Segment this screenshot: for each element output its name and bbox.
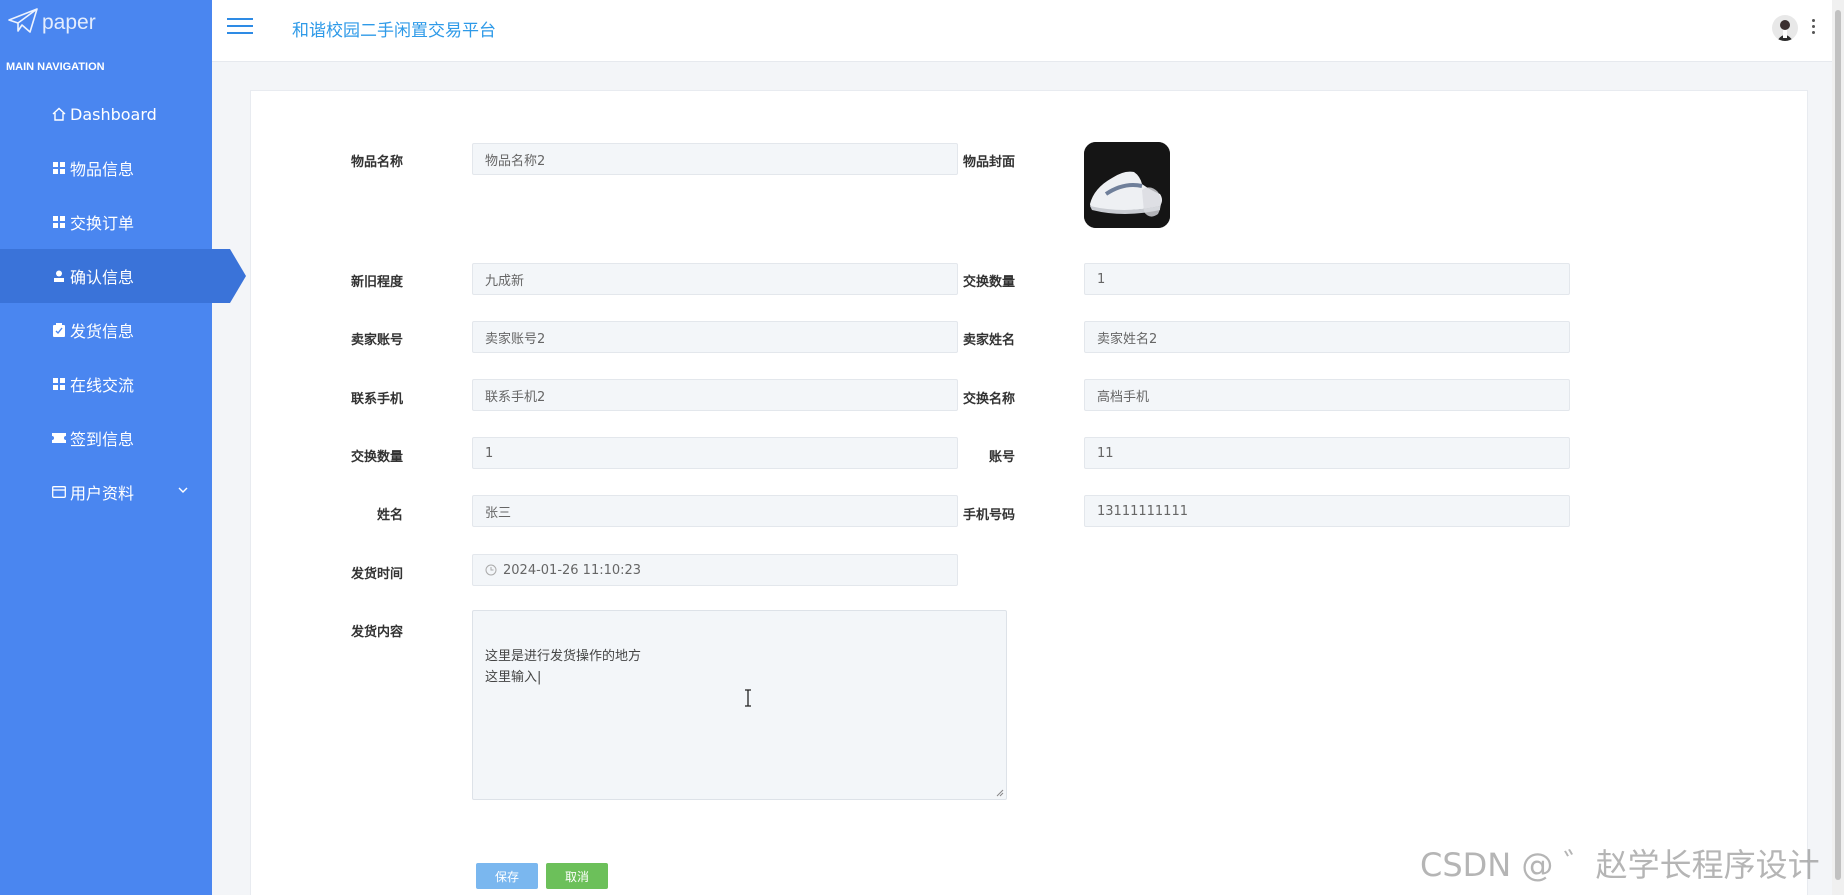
page-scrollbar[interactable] — [1832, 0, 1844, 895]
account-label: 账号 — [988, 450, 1015, 465]
sidebar-item-label: 交换订单 — [70, 214, 135, 233]
ship-content-text: 这里是进行发货操作的地方 这里输入| — [485, 649, 642, 685]
mobile-field[interactable]: 13111111111 — [1084, 495, 1570, 527]
text-cursor-icon — [745, 689, 751, 707]
avatar[interactable] — [1772, 15, 1798, 41]
shoe-icon — [1084, 142, 1170, 228]
sidebar-item-label: 用户资料 — [70, 484, 135, 503]
seller-name-field[interactable]: 卖家姓名2 — [1084, 321, 1570, 353]
seller-name-label: 卖家姓名 — [962, 333, 1015, 348]
clipboard-icon — [50, 321, 68, 339]
sidebar-item-label: 发货信息 — [70, 322, 135, 341]
exchange-name-label: 交换名称 — [962, 392, 1015, 407]
sidebar-item-label: 物品信息 — [70, 160, 135, 179]
sidebar: paper MAIN NAVIGATION Dashboard 物品信息 交换订… — [0, 0, 246, 895]
logo-text: paper — [42, 11, 96, 34]
menu-toggle-icon[interactable] — [227, 18, 253, 38]
exchange-name-field[interactable]: 高档手机 — [1084, 379, 1570, 411]
contact-phone-label: 联系手机 — [350, 392, 403, 407]
name-label: 姓名 — [376, 508, 403, 523]
seller-account-field[interactable]: 卖家账号2 — [472, 321, 958, 353]
mobile-label: 手机号码 — [962, 508, 1015, 523]
clock-icon — [485, 564, 497, 576]
sidebar-item-label: 签到信息 — [70, 430, 135, 449]
sidebar-item-confirm[interactable]: 确认信息 — [0, 249, 246, 303]
top-header: 和谐校园二手闲置交易平台 — [212, 0, 1844, 62]
sidebar-nav: Dashboard 物品信息 交换订单 确认信息 发货信息 在线交流 签到信息 — [0, 87, 246, 519]
ship-time-value: 2024-01-26 11:10:23 — [503, 562, 642, 578]
contact-phone-field[interactable]: 联系手机2 — [472, 379, 958, 411]
card-icon — [50, 483, 68, 501]
resize-handle-icon[interactable] — [996, 789, 1004, 797]
cover-label: 物品封面 — [962, 155, 1015, 170]
grid-icon — [50, 375, 68, 393]
ticket-icon — [50, 429, 68, 447]
exchange-qty-label: 交换数量 — [962, 275, 1015, 290]
sidebar-item-chat[interactable]: 在线交流 — [0, 357, 212, 411]
condition-field[interactable]: 九成新 — [472, 263, 958, 295]
ship-content-label: 发货内容 — [350, 625, 403, 640]
seller-account-label: 卖家账号 — [350, 333, 403, 348]
exchange-qty2-field[interactable]: 1 — [472, 437, 958, 469]
save-button[interactable]: 保存 — [476, 863, 538, 889]
item-cover-image[interactable] — [1084, 142, 1170, 228]
item-name-field[interactable]: 物品名称2 — [472, 143, 958, 175]
home-icon — [50, 105, 68, 123]
nav-header: MAIN NAVIGATION — [6, 61, 105, 73]
item-name-label: 物品名称 — [350, 155, 403, 170]
ship-time-picker[interactable]: 2024-01-26 11:10:23 — [472, 554, 958, 586]
ship-time-label: 发货时间 — [350, 567, 403, 582]
sidebar-item-label: 确认信息 — [70, 268, 135, 287]
scrollbar-thumb[interactable] — [1835, 10, 1841, 880]
ship-content-textarea[interactable]: 这里是进行发货操作的地方 这里输入| — [472, 610, 1007, 800]
account-field[interactable]: 11 — [1084, 437, 1570, 469]
cancel-button[interactable]: 取消 — [546, 863, 608, 889]
form-card: 物品名称 物品名称2 物品封面 新旧程度 九成新 交换数量 1 卖家账号 卖家账… — [250, 90, 1808, 895]
condition-label: 新旧程度 — [350, 275, 403, 290]
sidebar-item-checkin[interactable]: 签到信息 — [0, 411, 212, 465]
grid-icon — [50, 213, 68, 231]
sidebar-item-goods[interactable]: 物品信息 — [0, 141, 212, 195]
sidebar-item-shipping[interactable]: 发货信息 — [0, 303, 212, 357]
sidebar-item-label: Dashboard — [70, 104, 157, 124]
name-field[interactable]: 张三 — [472, 495, 958, 527]
sidebar-item-orders[interactable]: 交换订单 — [0, 195, 212, 249]
watermark: CSDN @ ゛赵学长程序设计 — [1420, 846, 1820, 884]
exchange-qty2-label: 交换数量 — [350, 450, 403, 465]
sidebar-item-profile[interactable]: 用户资料 — [0, 465, 212, 519]
paper-plane-icon — [8, 8, 38, 38]
user-icon — [50, 267, 68, 285]
chevron-down-icon — [178, 487, 188, 493]
sidebar-item-label: 在线交流 — [70, 376, 135, 395]
more-options-icon[interactable] — [1810, 19, 1816, 37]
logo[interactable]: paper — [8, 8, 96, 38]
sidebar-item-dashboard[interactable]: Dashboard — [0, 87, 212, 141]
exchange-qty-field[interactable]: 1 — [1084, 263, 1570, 295]
site-title: 和谐校园二手闲置交易平台 — [292, 21, 496, 41]
grid-icon — [50, 159, 68, 177]
